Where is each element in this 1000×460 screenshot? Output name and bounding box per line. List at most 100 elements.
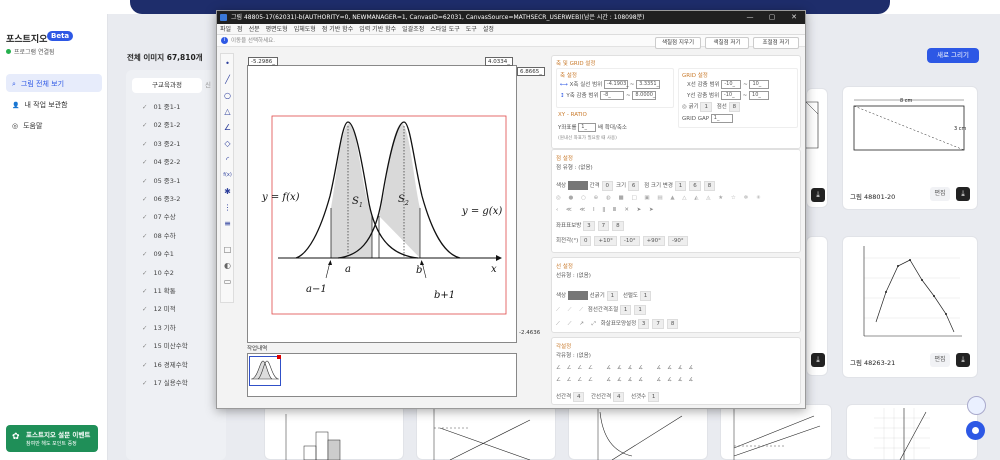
- tab-new-curriculum[interactable]: 신: [205, 78, 211, 93]
- point-gap-value[interactable]: 0: [601, 181, 613, 191]
- arrow-option[interactable]: 7: [652, 319, 664, 329]
- arc-tool-icon[interactable]: ◜: [222, 154, 233, 165]
- point-size-option[interactable]: 8: [703, 181, 716, 191]
- check-icon[interactable]: ✓: [142, 324, 147, 332]
- dash-value[interactable]: 1: [619, 305, 632, 315]
- check-icon[interactable]: ✓: [142, 158, 147, 166]
- dash-value[interactable]: 1: [634, 305, 646, 315]
- rectangle-tool-icon[interactable]: □: [222, 244, 233, 255]
- close-window-button[interactable]: ✕: [783, 11, 805, 24]
- drawing-canvas[interactable]: y = f(x) y = g(x) S 1 S 2 a b a−1 b+1 x: [247, 65, 517, 343]
- arrow-option[interactable]: 8: [666, 319, 679, 329]
- menu-input-function[interactable]: 입력 기반 함수: [359, 26, 396, 33]
- category-item[interactable]: ✓ 10 수2: [142, 267, 174, 277]
- arrow-style-icons[interactable]: ⟋ ⟋ ↗ ⤢: [556, 321, 599, 327]
- category-item[interactable]: ✓ 06 중3-2: [142, 193, 180, 203]
- grid-x-min-input[interactable]: -10_: [721, 80, 742, 89]
- rotate-option[interactable]: +90°: [642, 236, 665, 246]
- help-chat-button[interactable]: [966, 421, 985, 440]
- point-label-option[interactable]: 3: [583, 221, 595, 231]
- fill-points-button[interactable]: 색칠점 저기: [705, 37, 749, 49]
- grid-y-max-input[interactable]: 10_: [749, 91, 770, 100]
- menu-tools[interactable]: 도구: [466, 26, 477, 33]
- category-item[interactable]: ✓ 16 경제수학: [142, 359, 188, 369]
- worklog-thumbnail[interactable]: [249, 356, 281, 386]
- check-icon[interactable]: ✓: [142, 195, 147, 203]
- chat-icon[interactable]: [967, 396, 986, 415]
- grid-gap-input[interactable]: 1_: [710, 114, 733, 123]
- category-item[interactable]: ✓ 15 미산수학: [142, 340, 188, 350]
- menu-point[interactable]: 점: [237, 26, 243, 33]
- line-density-value[interactable]: 1: [639, 291, 652, 301]
- x-max-input[interactable]: 3.3351_: [636, 80, 661, 89]
- rotate-option[interactable]: 0: [579, 236, 592, 246]
- function-tool-icon[interactable]: f(x): [222, 170, 233, 181]
- download-icon[interactable]: ⤓: [811, 353, 825, 367]
- category-item[interactable]: ✓ 05 중3-1: [142, 175, 180, 185]
- category-item[interactable]: ✓ 09 수1: [142, 248, 174, 258]
- point-label-option[interactable]: 8: [612, 221, 624, 231]
- x-min-input[interactable]: -4.1903_: [603, 80, 629, 89]
- check-icon[interactable]: ✓: [142, 103, 147, 111]
- menu-segment[interactable]: 선분: [249, 26, 260, 33]
- new-drawing-button[interactable]: 새로 그리기: [927, 48, 979, 63]
- point-shape-icons[interactable]: ◎ ● ○ ⊕ ◍ ■ □ ▣ ▤ ▲ △ ◭ ◬ ★ ☆ ✲ ✳: [556, 195, 764, 201]
- x-axis-visibility[interactable]: 실선: [580, 82, 590, 88]
- grid-x-max-input[interactable]: 10_: [749, 80, 770, 89]
- control-points-button[interactable]: 조절점 저기: [753, 37, 799, 49]
- grid-x-visibility[interactable]: 감춤: [698, 82, 708, 88]
- brand-logo[interactable]: 포스트지오: [6, 32, 47, 45]
- category-item[interactable]: ✓ 13 기하: [142, 322, 176, 332]
- clear-fill-points-button[interactable]: 색칠점 지우기: [655, 37, 701, 49]
- triangle-tool-icon[interactable]: △: [222, 106, 233, 117]
- category-item[interactable]: ✓ 04 중2-2: [142, 156, 180, 166]
- point-size-value[interactable]: 6: [627, 181, 640, 191]
- edit-button[interactable]: 편집: [930, 353, 950, 367]
- check-icon[interactable]: ✓: [142, 342, 147, 350]
- category-item[interactable]: ✓ 01 중1-1: [142, 101, 180, 111]
- vertical-dots-icon[interactable]: ⋮: [222, 202, 233, 213]
- menu-settings[interactable]: 설정: [483, 26, 494, 33]
- menu-plane-figure[interactable]: 평면도형: [266, 26, 288, 33]
- nav-item-all-figures[interactable]: ⌕ 그림 전체 보기: [6, 74, 102, 92]
- point-size-option[interactable]: 6: [689, 181, 701, 191]
- menu-batch-adjust[interactable]: 일괄조정: [402, 26, 424, 33]
- download-icon[interactable]: ⤓: [956, 353, 970, 367]
- minimize-button[interactable]: —: [739, 11, 761, 24]
- menu-file[interactable]: 파일: [220, 26, 231, 33]
- check-icon[interactable]: ✓: [142, 213, 147, 221]
- menu-point-function[interactable]: 점 기반 함수: [322, 26, 353, 33]
- maximize-button[interactable]: ▢: [761, 11, 783, 24]
- menu-style-tool[interactable]: 스타일 도구: [430, 26, 460, 33]
- check-icon[interactable]: ✓: [142, 232, 147, 240]
- ratio-input[interactable]: 1_: [578, 123, 597, 132]
- angle-style-icons-row1[interactable]: ∠ ∠ ∠ ∠ ∡ ∡ ∡ ∡ ∡ ∡ ∡ ∡: [556, 365, 695, 371]
- category-item[interactable]: ✓ 03 중2-1: [142, 138, 180, 148]
- nav-item-my-archive[interactable]: 👤 내 작업 보관함: [6, 95, 102, 113]
- category-item[interactable]: ✓ 12 미적: [142, 303, 176, 313]
- y-axis-visibility[interactable]: 감춤: [577, 93, 587, 99]
- window-titlebar[interactable]: 그림 48805-17(62031)-b(AUTHORITY=0, NEWMAN…: [217, 11, 805, 24]
- check-icon[interactable]: ✓: [142, 140, 147, 148]
- angle-size-value[interactable]: 4: [572, 392, 585, 402]
- check-icon[interactable]: ✓: [142, 379, 147, 387]
- angle-tool-icon[interactable]: ∠: [222, 122, 233, 133]
- grid-y-visibility[interactable]: 감춤: [697, 93, 707, 99]
- line-color-swatch[interactable]: [567, 291, 588, 300]
- fill-tool-icon[interactable]: ◐: [222, 260, 233, 271]
- transform-tool-icon[interactable]: ✱: [222, 186, 233, 197]
- frame-tool-icon[interactable]: ▭: [222, 276, 233, 287]
- angle-count-value[interactable]: 1: [647, 392, 660, 402]
- category-item[interactable]: ✓ 02 중1-2: [142, 119, 180, 129]
- rotate-option[interactable]: -10°: [619, 236, 640, 246]
- nav-item-help[interactable]: ◎ 도움말: [6, 116, 102, 134]
- download-icon[interactable]: ⤓: [811, 188, 825, 202]
- y-min-input[interactable]: -8_: [600, 91, 625, 100]
- point-arrow-icons[interactable]: ‹ ≪ ≪ Ⅰ ǁ Ⅲ ✕ ➤ ➤: [556, 207, 657, 213]
- tab-old-curriculum[interactable]: 구교육과정: [132, 78, 202, 93]
- circle-tool-icon[interactable]: ○: [222, 90, 233, 101]
- angle-style-icons-row2[interactable]: ∠ ∠ ∠ ∠ ∡ ∡ ∡ ∡ ∡ ∡ ∡ ∡: [556, 377, 695, 383]
- angle-gap-value[interactable]: 4: [612, 392, 625, 402]
- rotate-option[interactable]: +10°: [594, 236, 617, 246]
- event-banner[interactable]: ✿ 포스트지오 설문 이벤트 참여만 해도 포인트 증정: [6, 425, 98, 452]
